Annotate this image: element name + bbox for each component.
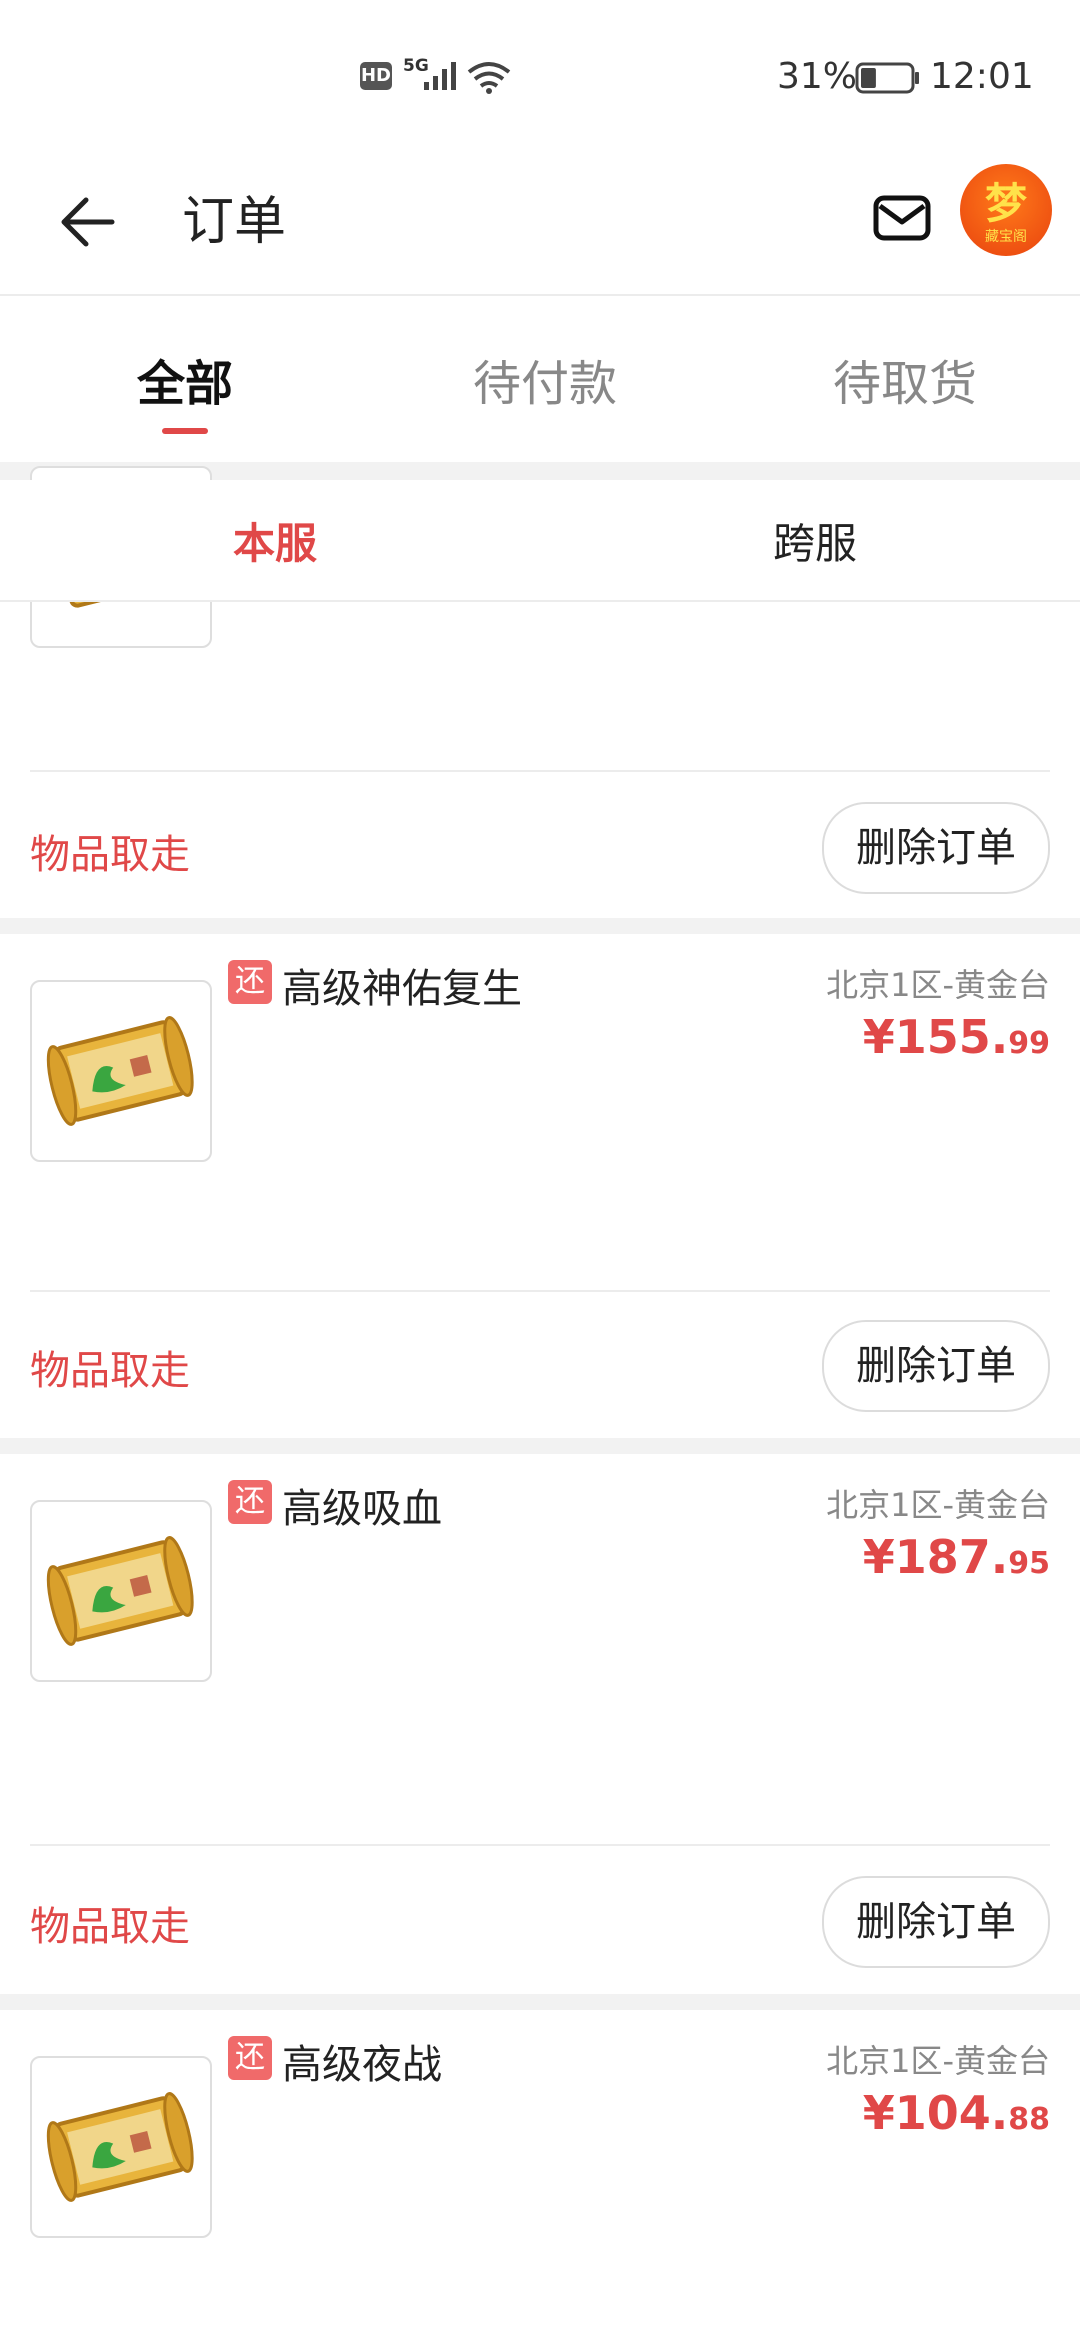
item-price: ¥104.88	[863, 2086, 1050, 2140]
battery-icon	[855, 62, 919, 94]
item-name[interactable]: 高级吸血	[282, 1476, 442, 1534]
server-name: 北京1区-黄金台	[826, 966, 1050, 1004]
order-card: 还 高级夜战 北京1区-黄金台 ¥104.88	[0, 2010, 1080, 2340]
app-header: 订单 梦 藏宝阁	[0, 150, 1080, 296]
avatar[interactable]: 梦 藏宝阁	[960, 164, 1052, 256]
divider	[30, 770, 1050, 772]
tab-pending-payment[interactable]: 待付款	[365, 344, 725, 414]
server-name: 北京1区-黄金台	[826, 1486, 1050, 1524]
hd-icon: HD	[360, 62, 392, 90]
item-price: ¥155.99	[863, 1010, 1050, 1064]
order-tabs: 全部 待付款 待取货	[0, 296, 1080, 462]
tag-badge: 还	[228, 960, 272, 1004]
price-integer: ¥104.	[862, 2086, 1009, 2140]
order-card: 还 高级神佑复生 北京1区-黄金台 ¥155.99 物品取走 删除订单	[0, 934, 1080, 1438]
item-thumbnail[interactable]	[30, 2056, 212, 2238]
item-name[interactable]: 高级神佑复生	[282, 956, 522, 1014]
page-title: 订单	[182, 192, 287, 252]
divider	[30, 1290, 1050, 1292]
order-status: 物品取走	[30, 832, 190, 878]
card-gap	[0, 1438, 1080, 1454]
active-tab-indicator	[162, 428, 208, 434]
avatar-logo-glyph: 梦	[984, 179, 1027, 228]
battery-percent: 31%	[777, 56, 858, 97]
server-tabs: 本服 跨服	[0, 480, 1080, 602]
price-integer: ¥187.	[862, 1530, 1009, 1584]
item-price: ¥187.95	[863, 1530, 1050, 1584]
divider	[30, 1844, 1050, 1846]
price-integer: ¥155.	[862, 1010, 1009, 1064]
tab-same-server[interactable]: 本服	[5, 510, 545, 571]
tab-all[interactable]: 全部	[5, 344, 365, 414]
order-card: 物品取走 删除订单	[0, 466, 1080, 918]
clock: 12:01	[930, 56, 1034, 97]
server-name: 北京1区-黄金台	[826, 2042, 1050, 2080]
tab-pending-pickup[interactable]: 待取货	[725, 344, 1080, 414]
item-name[interactable]: 高级夜战	[282, 2032, 442, 2090]
arrow-left-icon[interactable]	[52, 182, 132, 262]
tag-badge: 还	[228, 1480, 272, 1524]
signal-icon	[424, 62, 456, 90]
card-gap	[0, 918, 1080, 934]
scroll-item-icon	[46, 2092, 194, 2202]
item-thumbnail[interactable]	[30, 1500, 212, 1682]
wifi-icon	[467, 62, 511, 94]
price-decimal: 99	[1008, 1026, 1050, 1061]
tab-cross-server[interactable]: 跨服	[545, 510, 1080, 571]
order-status: 物品取走	[30, 1904, 190, 1950]
delete-order-button[interactable]: 删除订单	[822, 802, 1050, 894]
order-status: 物品取走	[30, 1348, 190, 1394]
avatar-logo-subtext: 藏宝阁	[985, 229, 1027, 245]
scroll-item-icon	[46, 1016, 194, 1126]
price-decimal: 95	[1008, 1546, 1050, 1581]
status-bar: HD 5G 31% 12:01	[0, 0, 1080, 150]
mail-icon[interactable]	[870, 186, 934, 250]
card-gap	[0, 1994, 1080, 2010]
order-card: 还 高级吸血 北京1区-黄金台 ¥187.95 物品取走 删除订单	[0, 1454, 1080, 1994]
item-thumbnail[interactable]	[30, 980, 212, 1162]
scroll-item-icon	[46, 1536, 194, 1646]
delete-order-button[interactable]: 删除订单	[822, 1320, 1050, 1412]
price-decimal: 88	[1008, 2102, 1050, 2137]
delete-order-button[interactable]: 删除订单	[822, 1876, 1050, 1968]
tag-badge: 还	[228, 2036, 272, 2080]
